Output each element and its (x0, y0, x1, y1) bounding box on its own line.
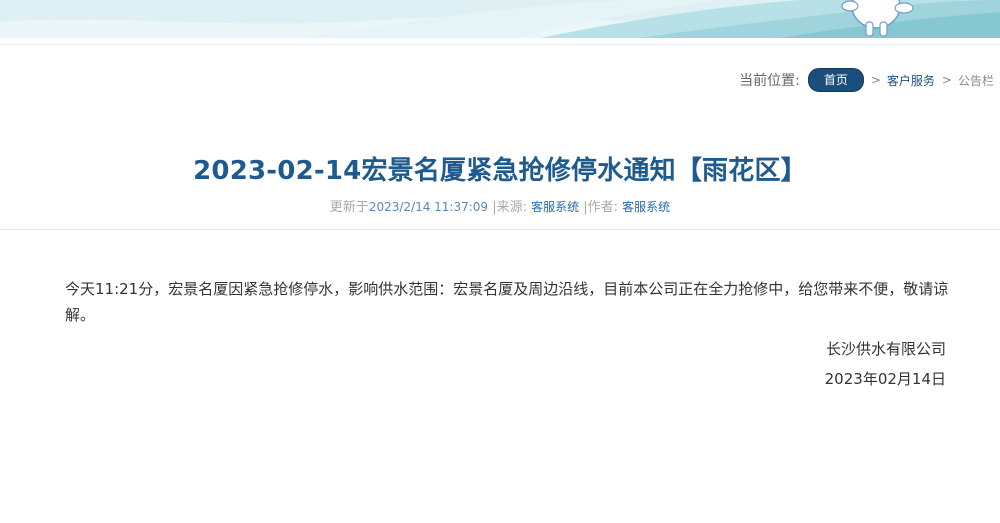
banner-wave-graphic (0, 0, 1000, 38)
article-page: 当前位置: 首页 > 客户服务 > 公告栏 2023-02-14宏景名厦紧急抢修… (0, 38, 1000, 523)
breadcrumb-current: 公告栏 (957, 73, 994, 88)
breadcrumb-home-link[interactable]: 首页 (807, 68, 864, 92)
breadcrumb: 当前位置: 首页 > 客户服务 > 公告栏 (739, 68, 994, 92)
title-divider (0, 229, 1000, 230)
updated-value: 2023/2/14 11:37:09 (368, 200, 489, 214)
breadcrumb-separator: > (870, 73, 881, 87)
breadcrumb-section-link[interactable]: 客户服务 (887, 72, 935, 89)
breadcrumb-separator: > (941, 73, 952, 87)
updated-label: 更新于 (329, 200, 369, 215)
header-divider (0, 44, 1000, 45)
article-body: 今天11:21分，宏景名厦因紧急抢修停水，影响供水范围：宏景名厦及周边沿线，目前… (65, 280, 949, 324)
source-link[interactable]: 客服系统 (531, 200, 579, 214)
author-link[interactable]: 客服系统 (622, 200, 670, 214)
signature-date: 2023年02月14日 (824, 370, 946, 388)
signature-company: 长沙供水有限公司 (825, 340, 946, 358)
source-label: |来源: (492, 200, 527, 215)
article-title: 2023-02-14宏景名厦紧急抢修停水通知【雨花区】 (193, 156, 807, 186)
breadcrumb-label: 当前位置: (739, 73, 800, 89)
article-meta: 更新于2023/2/14 11:37:09 |来源: 客服系统 |作者: 客服系… (0, 196, 1000, 215)
header-banner (0, 0, 1000, 38)
article-signature: 长沙供水有限公司 2023年02月14日 (825, 334, 946, 394)
author-label: |作者: (583, 200, 619, 215)
